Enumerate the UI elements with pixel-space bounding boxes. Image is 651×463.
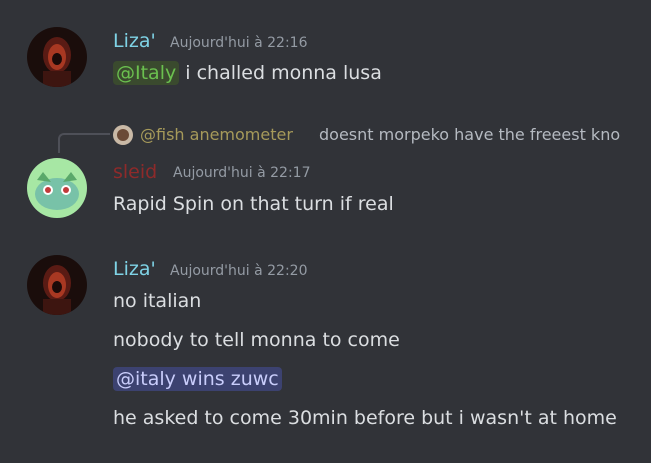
message-text: Rapid Spin on that turn if real (113, 193, 394, 215)
user-mention[interactable]: @Italy (113, 61, 180, 85)
message-text: he asked to come 30min before but i wasn… (113, 407, 617, 429)
message-text: i challed monna lusa (179, 62, 382, 84)
message-content: @Italy i challed monna lusa (113, 61, 382, 85)
avatar-sleid[interactable] (27, 158, 87, 218)
message-timestamp: Aujourd'hui à 22:17 (173, 165, 311, 181)
reply-connector (58, 133, 110, 153)
message-timestamp: Aujourd'hui à 22:20 (170, 263, 308, 279)
author-name[interactable]: Liza' (113, 30, 156, 52)
avatar-liza[interactable] (27, 27, 87, 87)
reply-author[interactable]: @fish anemometer (140, 124, 293, 146)
message-text: no italian (113, 290, 202, 312)
author-name[interactable]: sleid (113, 161, 157, 183)
user-mention[interactable]: @italy wins zuwc (113, 367, 282, 391)
author-name[interactable]: Liza' (113, 258, 156, 280)
message-timestamp: Aujourd'hui à 22:16 (170, 35, 308, 51)
message-text: nobody to tell monna to come (113, 329, 400, 351)
reply-text: doesnt morpeko have the freeest kno (319, 125, 621, 144)
message-content: @italy wins zuwc (113, 367, 282, 391)
reply-avatar (113, 125, 133, 145)
avatar-liza[interactable] (27, 255, 87, 315)
